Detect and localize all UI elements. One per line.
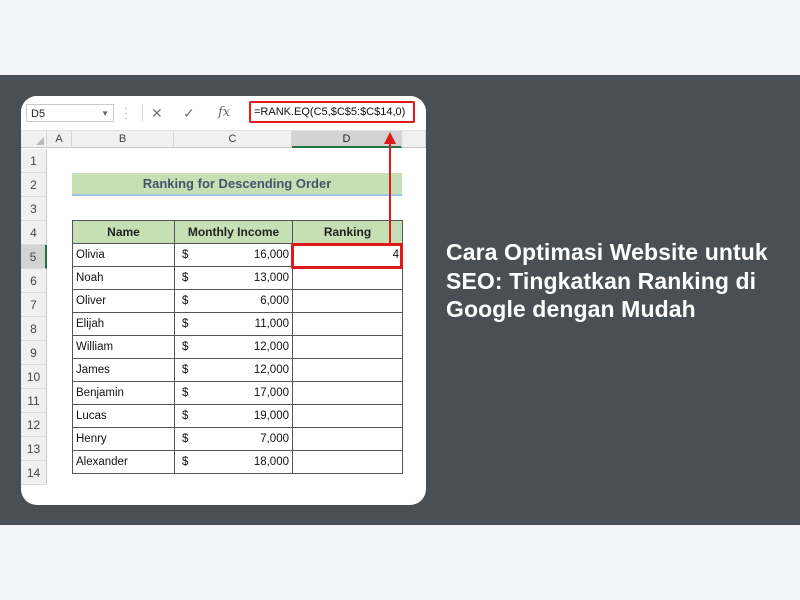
currency-symbol: $	[182, 410, 189, 422]
name-cell[interactable]: Lucas	[72, 404, 175, 428]
arrow-up-icon	[384, 132, 396, 144]
income-value: 12,000	[253, 341, 289, 353]
column-header-e[interactable]	[402, 131, 426, 148]
currency-symbol: $	[182, 456, 189, 468]
row-header[interactable]: 7	[21, 293, 47, 317]
name-cell[interactable]: Alexander	[72, 450, 175, 474]
income-cell[interactable]: $6,000	[174, 289, 293, 313]
currency-symbol: $	[182, 433, 189, 445]
formula-bar: D5 ▼ · · · ✕ ✓ fx =RANK.EQ(C5,$C$5:$C$14,0…	[21, 96, 426, 131]
column-header-a[interactable]: A	[47, 131, 72, 148]
check-icon[interactable]: ✓	[183, 104, 195, 122]
ranking-cell[interactable]	[292, 404, 403, 428]
name-cell[interactable]: James	[72, 358, 175, 382]
row-header[interactable]: 9	[21, 341, 47, 365]
row-header[interactable]: 5	[21, 245, 47, 269]
column-header-b[interactable]: B	[72, 131, 174, 148]
currency-symbol: $	[182, 272, 189, 284]
row-header[interactable]: 6	[21, 269, 47, 293]
sheet-title[interactable]: Ranking for Descending Order	[72, 173, 402, 196]
name-cell[interactable]: Noah	[72, 266, 175, 290]
currency-symbol: $	[182, 364, 189, 376]
table-row: William $12,000	[72, 335, 403, 359]
header-name[interactable]: Name	[72, 220, 175, 244]
table-row: Elijah $11,000	[72, 312, 403, 336]
name-cell[interactable]: Olivia	[72, 243, 175, 267]
name-cell[interactable]: Henry	[72, 427, 175, 451]
formula-input[interactable]: =RANK.EQ(C5,$C$5:$C$14,0)	[249, 101, 415, 123]
ranking-cell[interactable]	[292, 335, 403, 359]
income-value: 11,000	[254, 318, 289, 330]
table-header-row: Name Monthly Income Ranking	[72, 220, 403, 244]
row-header[interactable]: 10	[21, 365, 47, 389]
selected-cell-highlight	[291, 243, 403, 269]
row-header[interactable]: 1	[21, 149, 47, 173]
table-row: Alexander $18,000	[72, 450, 403, 474]
currency-symbol: $	[182, 249, 189, 261]
row-header[interactable]: 2	[21, 173, 47, 197]
income-cell[interactable]: $17,000	[174, 381, 293, 405]
row-header[interactable]: 4	[21, 221, 47, 245]
column-header-c[interactable]: C	[174, 131, 292, 148]
currency-symbol: $	[182, 341, 189, 353]
vertical-ellipsis-icon[interactable]: · · ·	[123, 104, 129, 124]
table-row: Oliver $6,000	[72, 289, 403, 313]
row-header[interactable]: 11	[21, 389, 47, 413]
ranking-cell[interactable]	[292, 358, 403, 382]
name-cell[interactable]: Elijah	[72, 312, 175, 336]
table-row: James $12,000	[72, 358, 403, 382]
income-value: 17,000	[253, 387, 289, 399]
pointer-arrow-line	[389, 140, 391, 243]
name-cell[interactable]: Oliver	[72, 289, 175, 313]
insert-function-icon[interactable]: fx	[218, 104, 230, 122]
income-cell[interactable]: $16,000	[174, 243, 293, 267]
article-headline: Cara Optimasi Website untuk SEO: Tingkat…	[446, 239, 768, 322]
spreadsheet-screenshot-card: D5 ▼ · · · ✕ ✓ fx =RANK.EQ(C5,$C$5:$C$14,0…	[21, 96, 426, 505]
table-row: Noah $13,000	[72, 266, 403, 290]
ranking-cell[interactable]	[292, 266, 403, 290]
income-value: 12,000	[253, 364, 289, 376]
currency-symbol: $	[182, 295, 189, 307]
select-all-corner[interactable]	[21, 131, 47, 148]
formula-bar-divider	[142, 104, 143, 122]
row-header[interactable]: 12	[21, 413, 47, 437]
income-value: 7,000	[260, 433, 289, 445]
table-row: Lucas $19,000	[72, 404, 403, 428]
ranking-cell[interactable]	[292, 312, 403, 336]
income-value: 18,000	[253, 456, 289, 468]
row-header[interactable]: 3	[21, 197, 47, 221]
chevron-down-icon[interactable]: ▼	[101, 105, 109, 123]
income-cell[interactable]: $11,000	[174, 312, 293, 336]
income-value: 13,000	[253, 272, 289, 284]
header-monthly-income[interactable]: Monthly Income	[174, 220, 293, 244]
income-cell[interactable]: $18,000	[174, 450, 293, 474]
row-header[interactable]: 14	[21, 461, 47, 485]
name-cell[interactable]: William	[72, 335, 175, 359]
income-cell[interactable]: $12,000	[174, 358, 293, 382]
income-cell[interactable]: $13,000	[174, 266, 293, 290]
currency-symbol: $	[182, 387, 189, 399]
table-row: Henry $7,000	[72, 427, 403, 451]
name-box[interactable]: D5 ▼	[26, 104, 114, 122]
ranking-cell[interactable]	[292, 289, 403, 313]
ranking-cell[interactable]	[292, 381, 403, 405]
income-cell[interactable]: $12,000	[174, 335, 293, 359]
currency-symbol: $	[182, 318, 189, 330]
ranking-cell[interactable]	[292, 450, 403, 474]
income-value: 19,000	[253, 410, 289, 422]
cancel-icon[interactable]: ✕	[151, 104, 163, 122]
table-row: Benjamin $17,000	[72, 381, 403, 405]
income-cell[interactable]: $19,000	[174, 404, 293, 428]
income-cell[interactable]: $7,000	[174, 427, 293, 451]
income-value: 16,000	[253, 249, 289, 261]
row-header[interactable]: 13	[21, 437, 47, 461]
name-cell[interactable]: Benjamin	[72, 381, 175, 405]
income-value: 6,000	[260, 295, 289, 307]
row-header[interactable]: 8	[21, 317, 47, 341]
header-ranking[interactable]: Ranking	[292, 220, 403, 244]
name-box-value: D5	[31, 108, 46, 120]
ranking-cell[interactable]	[292, 427, 403, 451]
